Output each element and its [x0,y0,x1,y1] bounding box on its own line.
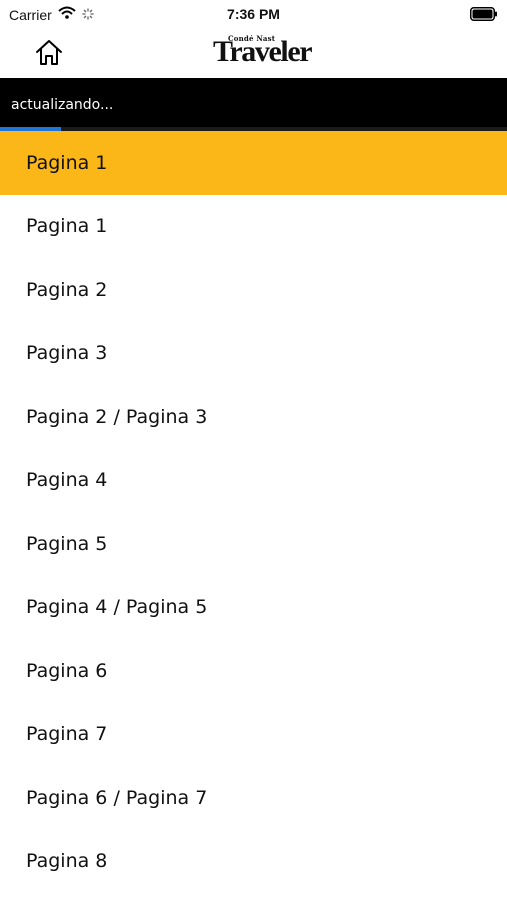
page-item[interactable]: Pagina 7 [0,703,507,767]
battery-icon [470,7,498,21]
progress-track [0,127,507,131]
page-item[interactable]: Pagina 2 [0,258,507,322]
updating-text: actualizando... [11,97,114,113]
page-item[interactable]: Pagina 4 / Pagina 5 [0,576,507,640]
page-item[interactable]: Pagina 6 [0,639,507,703]
page-item[interactable]: Pagina 3 [0,322,507,386]
page-list: Pagina 1 Pagina 1 Pagina 2 Pagina 3 Pagi… [0,131,507,893]
updating-banner: actualizando... [0,78,507,131]
status-bar: Carrier 7:36 PM [0,0,507,28]
page-item[interactable]: Pagina 5 [0,512,507,576]
page-item[interactable]: Pagina 1 [0,195,507,259]
page-item[interactable]: Pagina 2 / Pagina 3 [0,385,507,449]
traveler-logo: Condé Nast Traveler [210,34,313,72]
progress-fill [0,127,61,131]
status-time: 7:36 PM [227,6,280,22]
page-item[interactable]: Pagina 4 [0,449,507,513]
home-button[interactable] [33,38,65,68]
nav-bar: Condé Nast Traveler [0,28,507,78]
page-item-selected[interactable]: Pagina 1 [0,131,507,195]
logo-traveler: Traveler [213,35,313,68]
page-item[interactable]: Pagina 8 [0,830,507,894]
page-item[interactable]: Pagina 6 / Pagina 7 [0,766,507,830]
